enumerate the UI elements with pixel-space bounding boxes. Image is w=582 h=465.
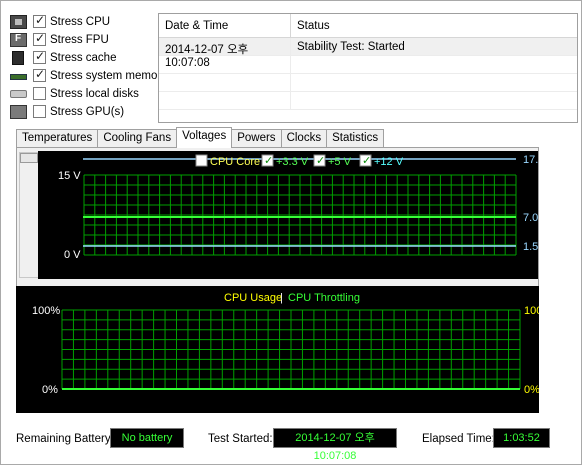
legend-plus12v-label: +12 V — [374, 156, 404, 168]
status-log-table[interactable]: Date & Time Status 2014-12-07 오후 10:07:0… — [158, 13, 578, 123]
column-header-datetime[interactable]: Date & Time — [159, 14, 291, 37]
right-axis-top-label: 100% — [524, 305, 539, 317]
cpu-throttling-title: CPU Throttling — [288, 292, 360, 304]
stress-disks-checkbox[interactable] — [33, 87, 46, 100]
elapsed-time-label: Elapsed Time: — [422, 433, 495, 445]
left-axis-bottom-label: 0% — [42, 384, 58, 396]
legend-cpu-core-checkbox[interactable] — [195, 154, 208, 167]
memory-icon — [10, 73, 27, 80]
tab-powers[interactable]: Powers — [231, 129, 282, 148]
cpu-usage-title: CPU Usage — [224, 292, 282, 304]
plus5v-readout: 7.050 — [523, 212, 538, 224]
cpu-chart-grid — [61, 309, 521, 390]
stress-cpu-checkbox[interactable] — [33, 13, 46, 28]
stress-cache-label: Stress cache — [50, 51, 117, 64]
remaining-battery-label: Remaining Battery: — [16, 433, 114, 445]
cpu-icon — [10, 14, 27, 29]
legend-cpu-core-label: CPU Core — [210, 156, 260, 168]
table-row-empty — [159, 74, 577, 92]
stress-cpu-label: Stress CPU — [50, 15, 111, 28]
right-axis-bottom-label: 0% — [524, 384, 539, 396]
tab-statistics[interactable]: Statistics — [326, 129, 385, 148]
test-started-label: Test Started: — [208, 433, 273, 445]
stress-fpu-checkbox[interactable] — [33, 31, 46, 46]
test-started-value: 2014-12-07 오후 10:07:08 — [273, 428, 397, 462]
check-icon: ✓ — [264, 155, 273, 167]
tab-bar: Temperatures Cooling Fans Voltages Power… — [16, 127, 385, 148]
stress-cpu-option[interactable]: Stress CPU — [10, 13, 110, 30]
stress-gpu-checkbox[interactable] — [33, 105, 46, 118]
legend-plus5v-label: +5 V — [328, 156, 352, 168]
left-axis-top-label: 100% — [32, 305, 60, 317]
remaining-battery-value: No battery — [110, 428, 184, 448]
check-icon: ✓ — [362, 155, 371, 167]
voltage-chart-grid — [83, 174, 517, 256]
disk-icon — [10, 89, 27, 98]
stress-fpu-label: Stress FPU — [50, 33, 109, 46]
stress-gpu-option[interactable]: Stress GPU(s) — [10, 103, 124, 120]
graph-scroll-slider[interactable] — [19, 152, 39, 278]
plus12v-readout: 17.966 — [523, 154, 538, 166]
y-axis-top-label: 15 V — [58, 170, 81, 182]
table-header: Date & Time Status — [159, 14, 577, 38]
column-header-status[interactable]: Status — [291, 14, 577, 37]
stress-disks-option[interactable]: Stress local disks — [10, 85, 139, 102]
stress-gpu-label: Stress GPU(s) — [50, 105, 125, 118]
stress-cache-checkbox[interactable] — [33, 49, 46, 64]
cell-status: Stability Test: Started — [297, 41, 405, 53]
legend-plus33v-label: +3.3 V — [276, 156, 309, 168]
cell-datetime: 2014-12-07 오후 10:07:08 — [159, 38, 291, 69]
table-row-empty — [159, 92, 577, 110]
table-row-empty — [159, 56, 577, 74]
check-icon: ✓ — [316, 155, 325, 167]
title-separator: | — [280, 292, 283, 304]
slider-thumb[interactable] — [20, 153, 38, 163]
tab-clocks[interactable]: Clocks — [280, 129, 328, 148]
stress-cache-option[interactable]: Stress cache — [10, 49, 116, 66]
table-row[interactable]: 2014-12-07 오후 10:07:08 Stability Test: S… — [159, 38, 577, 69]
y-axis-bottom-label: 0 V — [64, 249, 81, 261]
stress-memory-checkbox[interactable] — [33, 67, 46, 82]
stress-memory-label: Stress system memory — [50, 69, 167, 82]
fpu-icon — [10, 32, 27, 47]
elapsed-time-value: 1:03:52 — [493, 428, 550, 448]
tab-cooling-fans[interactable]: Cooling Fans — [97, 129, 178, 148]
plus33v-readout: 1.544 — [523, 241, 538, 253]
stress-disks-label: Stress local disks — [50, 87, 139, 100]
tab-voltages[interactable]: Voltages — [176, 127, 233, 148]
stress-memory-option[interactable]: Stress system memory — [10, 67, 167, 84]
voltage-chart: CPU Core ✓ +3.3 V ✓ +5 V ✓ +12 V 15 V 0 … — [38, 151, 538, 279]
stress-fpu-option[interactable]: Stress FPU — [10, 31, 109, 48]
gpu-icon — [10, 104, 27, 119]
cpu-usage-chart: CPU Usage | CPU Throttling 100% 0% 10 0% … — [16, 286, 539, 413]
tab-temperatures[interactable]: Temperatures — [16, 129, 99, 148]
cache-icon — [12, 50, 24, 65]
